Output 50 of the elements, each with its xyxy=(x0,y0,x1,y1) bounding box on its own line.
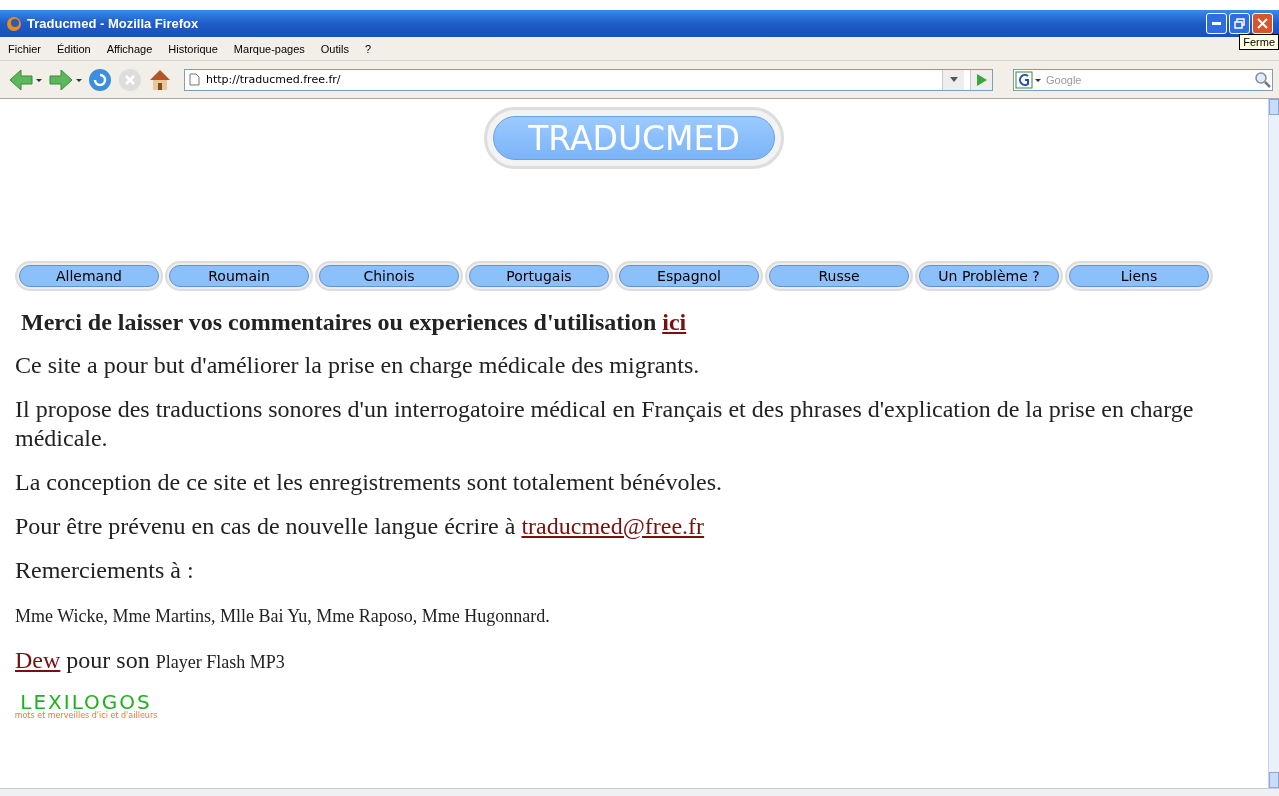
play-icon xyxy=(976,73,987,86)
paragraph: Ce site a pour but d'améliorer la prise en charge médicale des migrants. xyxy=(15,351,701,380)
menu-item[interactable]: Historique xyxy=(168,42,218,55)
menu-item[interactable]: Outils xyxy=(320,42,349,55)
search-field[interactable]: Google xyxy=(1013,68,1273,91)
reload-icon[interactable] xyxy=(88,67,112,92)
paragraph: Il propose des traductions sonores d'un interrogatoire médical en Français et des phrases d'explication de la prise en charge médicale. xyxy=(15,395,1195,453)
minimize-button[interactable] xyxy=(1206,13,1227,34)
page-icon xyxy=(189,73,200,86)
address-field[interactable]: http://traducmed.free.fr/ xyxy=(184,68,993,91)
menu-item[interactable]: Édition xyxy=(57,42,91,55)
globe-icon xyxy=(6,15,22,32)
tooltip: Ferme xyxy=(1239,34,1279,50)
paragraph: Dew pour son Player Flash MP3 xyxy=(15,646,286,675)
paragraph: Mme Wicke, Mme Martins, Mlle Bai Yu, Mme Raposo, Mme Hugonnard. xyxy=(15,605,551,628)
paragraph: La conception de ce site et les enregistrements sont totalement bénévoles. xyxy=(15,468,724,497)
engine-icon[interactable] xyxy=(1014,70,1042,89)
minimize-icon xyxy=(1212,22,1221,25)
back-arrow-icon[interactable] xyxy=(8,67,42,92)
nav-button[interactable]: Liens xyxy=(1065,261,1213,291)
paragraph: Remerciements à : xyxy=(15,556,195,585)
nav-button[interactable]: Portugais xyxy=(465,261,613,291)
caret-icon xyxy=(949,77,958,82)
dropdown-button[interactable] xyxy=(942,69,964,90)
nav-button[interactable]: Russe xyxy=(765,261,913,291)
menu-item[interactable]: Affichage xyxy=(106,42,153,55)
window-title: Traducmed - Mozilla Firefox xyxy=(27,16,199,31)
text-link[interactable]: traducmed@free.fr xyxy=(521,513,705,539)
nav-button[interactable]: Allemand xyxy=(15,261,163,291)
home-icon[interactable] xyxy=(148,67,172,92)
restore-button[interactable] xyxy=(1229,13,1250,34)
menu-item[interactable]: Marque-pages xyxy=(233,42,305,55)
heading: Merci de laisser vos commentaires ou experiences d'utilisation ici xyxy=(21,308,688,337)
restore-icon xyxy=(1234,18,1245,29)
site-logo: TRADUCMED xyxy=(484,107,784,169)
go-button[interactable] xyxy=(970,69,992,90)
nav-button[interactable]: Chinois xyxy=(315,261,463,291)
search-icon[interactable] xyxy=(1254,70,1272,89)
nav-button[interactable]: Un Problème ? xyxy=(915,261,1063,291)
text-link[interactable]: Dew xyxy=(15,647,61,673)
nav-button[interactable]: Espagnol xyxy=(615,261,763,291)
menu-item[interactable]: ? xyxy=(364,42,372,55)
close-icon xyxy=(1257,18,1268,29)
scrollbar[interactable] xyxy=(1268,99,1279,788)
paragraph: Pour être prévenu en cas de nouvelle langue écrire à traducmed@free.fr xyxy=(15,512,706,541)
menu-item[interactable]: Fichier xyxy=(8,42,41,55)
text-link[interactable]: ici xyxy=(662,309,687,335)
forward-arrow-icon[interactable] xyxy=(48,67,82,92)
nav-button[interactable]: Roumain xyxy=(165,261,313,291)
close-button[interactable] xyxy=(1252,13,1273,34)
